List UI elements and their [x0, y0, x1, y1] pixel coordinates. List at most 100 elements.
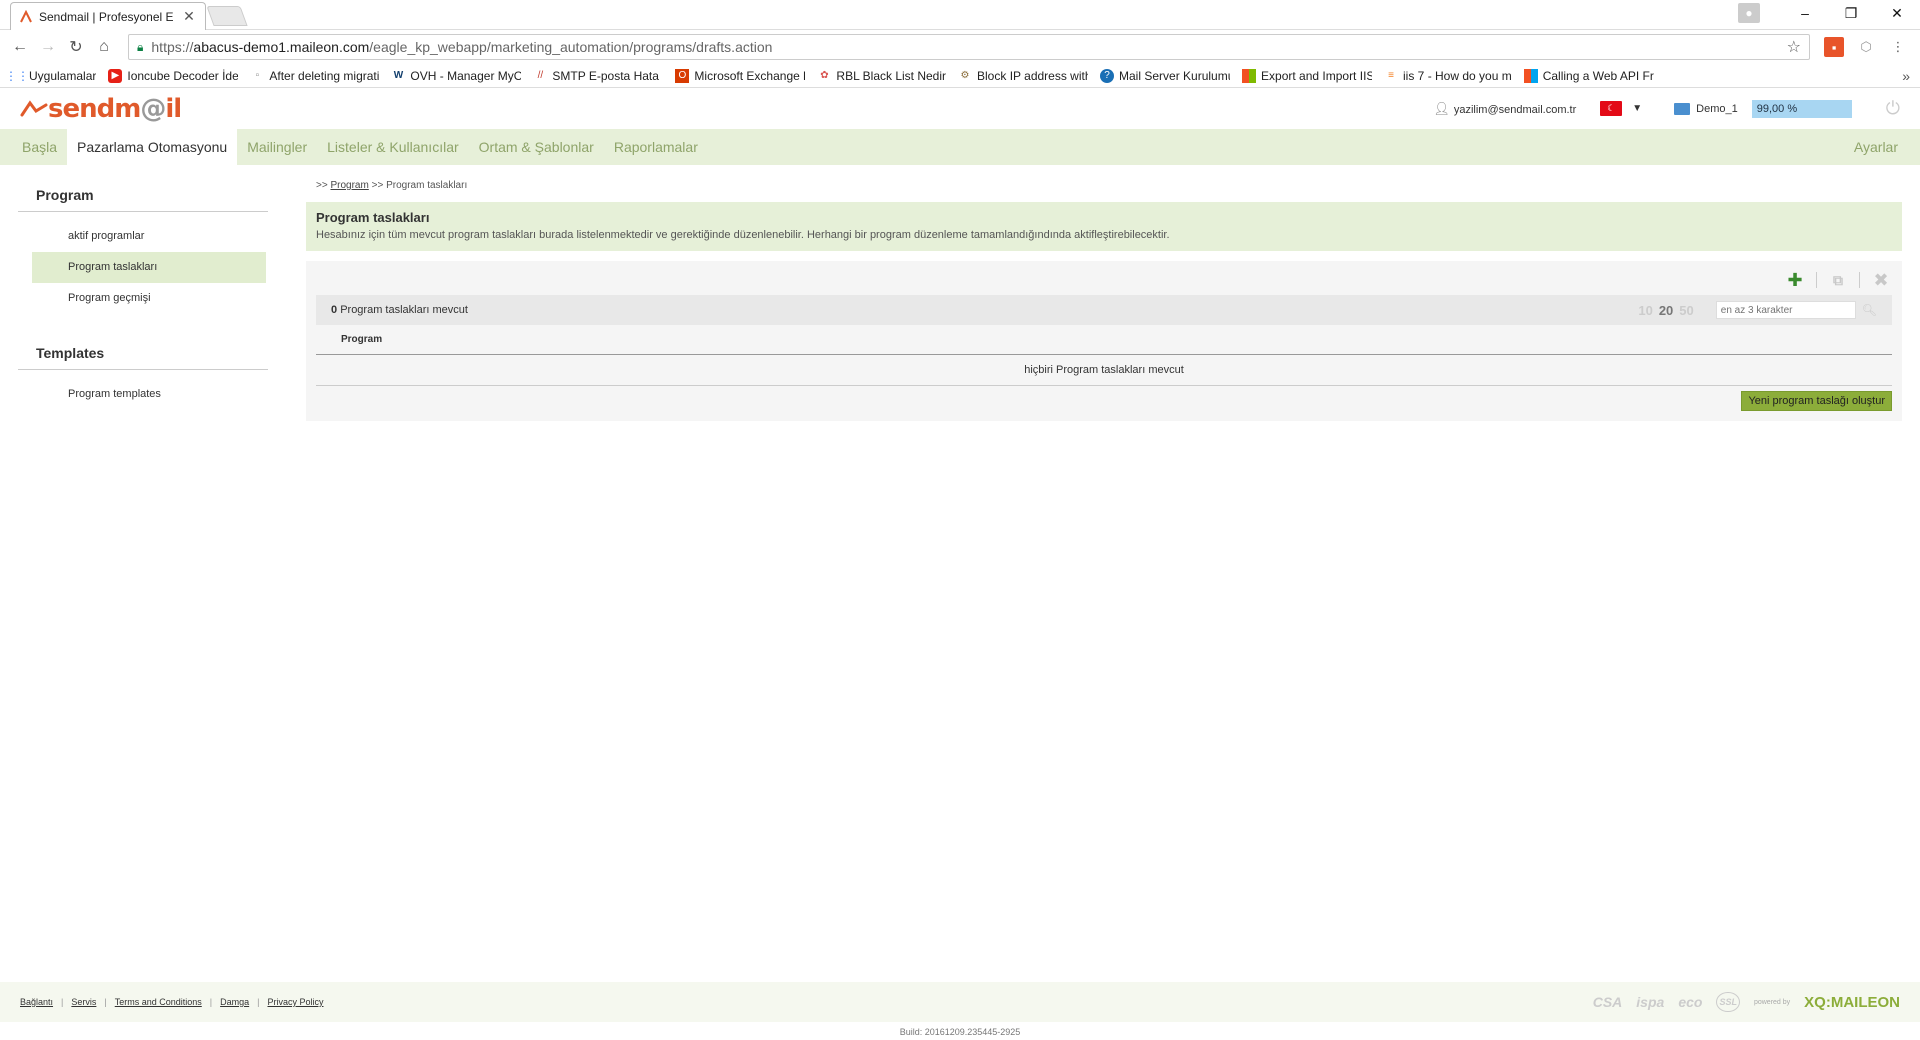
- page-title: Program taslakları: [316, 210, 430, 225]
- nav-basla[interactable]: Başla: [12, 129, 67, 165]
- bookmark-item[interactable]: Export and Import IIS: [1242, 68, 1372, 83]
- bookmark-item[interactable]: ▶ Ioncube Decoder İdeo: [108, 68, 239, 83]
- bookmark-item[interactable]: ✿ RBL Black List Nedir: [817, 69, 946, 83]
- url-prefix: https://: [151, 39, 194, 55]
- minimize-icon[interactable]: –: [1782, 0, 1828, 26]
- page-size-50[interactable]: 50: [1679, 303, 1693, 318]
- csa-logo: CSA: [1592, 994, 1623, 1010]
- logo-at: @: [140, 93, 166, 124]
- build-info: Build: 20161209.235445-2925: [899, 1027, 1021, 1037]
- bookmark-label: OVH - Manager MyOV: [410, 68, 522, 83]
- nav-raporlamalar[interactable]: Raporlamalar: [604, 129, 708, 165]
- copy-icon[interactable]: ⧉: [1827, 271, 1849, 289]
- footer-link-privacy[interactable]: Privacy Policy: [267, 997, 323, 1007]
- page-icon: ▫: [255, 70, 260, 81]
- url-text: https://abacus-demo1.maileon.com/eagle_k…: [151, 39, 1786, 55]
- extension-shield-icon[interactable]: ⬡: [1856, 37, 1876, 57]
- xq-maileon-logo: XQ:MAILEON: [1804, 993, 1900, 1011]
- bookmark-item[interactable]: O Microsoft Exchange h: [675, 68, 805, 83]
- sidebar-item-program-templates[interactable]: Program templates: [32, 379, 266, 410]
- browser-tabstrip: Sendmail | Profesyonel E ✕ ● – ❐ ✕: [0, 0, 1920, 30]
- bookmarks-bar: ⋮⋮ Uygulamalar ▶ Ioncube Decoder İdeo ▫ Aft…: [0, 64, 1920, 88]
- profile-icon[interactable]: ●: [1738, 3, 1760, 23]
- footer-separator: |: [209, 997, 213, 1007]
- more-bookmarks-icon[interactable]: »: [1902, 68, 1910, 84]
- nav-mailingler[interactable]: Mailingler: [237, 129, 317, 165]
- footer-link-servis[interactable]: Servis: [71, 997, 96, 1007]
- language-selector[interactable]: ☾ ▼: [1600, 101, 1642, 116]
- youtube-icon: ▶: [108, 68, 123, 83]
- logout-power-icon[interactable]: ⏻: [1886, 98, 1900, 119]
- powered-by-label: powered by: [1753, 998, 1791, 1006]
- page-size-20[interactable]: 20: [1659, 303, 1673, 318]
- browser-tab[interactable]: Sendmail | Profesyonel E ✕: [10, 2, 206, 30]
- bookmark-item[interactable]: W OVH - Manager MyOV: [391, 68, 522, 83]
- bookmark-apps[interactable]: ⋮⋮ Uygulamalar: [10, 69, 96, 83]
- bookmark-item[interactable]: // SMTP E-posta Hata Ko: [533, 69, 664, 83]
- sidebar-item-aktif-programlar[interactable]: aktif programlar: [32, 221, 266, 252]
- account-name: Demo_1: [1696, 102, 1738, 115]
- breadcrumb: >> Program >> Program taslakları: [316, 180, 1902, 202]
- sendmail-favicon-icon: [19, 9, 33, 24]
- sidebar-section-program: Program: [18, 180, 268, 212]
- menu-icon[interactable]: ⋮: [1888, 37, 1908, 57]
- bookmark-item[interactable]: ⚙ Block IP address with: [958, 69, 1088, 83]
- gear-icon: ⚙: [960, 70, 970, 81]
- forward-icon[interactable]: →: [34, 33, 62, 61]
- create-draft-button[interactable]: Yeni program taslağı oluştur: [1741, 391, 1892, 411]
- sidebar-item-program-taslaklari[interactable]: Program taslakları: [32, 252, 266, 283]
- reload-icon[interactable]: ↻: [62, 33, 90, 61]
- draft-count: 0 Program taslakları mevcut: [331, 304, 468, 316]
- breadcrumb-separator: >>: [371, 180, 384, 191]
- bookmark-label: Block IP address with: [977, 68, 1089, 83]
- delete-icon[interactable]: ✖: [1870, 270, 1892, 290]
- page-size-10[interactable]: 10: [1638, 303, 1652, 318]
- nav-pazarlama-otomasyonu[interactable]: Pazarlama Otomasyonu: [67, 129, 238, 165]
- tab-close-icon[interactable]: ✕: [181, 8, 197, 25]
- nav-ortam-sablonlar[interactable]: Ortam & Şablonlar: [469, 129, 604, 165]
- search-input[interactable]: [1715, 301, 1856, 319]
- close-window-icon[interactable]: ✕: [1874, 0, 1920, 26]
- footer-link-damga[interactable]: Damga: [220, 997, 249, 1007]
- sidebar-item-program-gecmisi[interactable]: Program geçmişi: [32, 283, 266, 314]
- restore-icon[interactable]: ❐: [1828, 0, 1874, 26]
- rbl-icon: ✿: [820, 70, 829, 81]
- eco-logo: eco: [1678, 994, 1703, 1010]
- toolbar: ✚ ⧉ ✖: [316, 269, 1892, 291]
- count-label: Program taslakları mevcut: [340, 304, 468, 316]
- bookmark-item[interactable]: ▫ After deleting migrati: [250, 68, 380, 83]
- nav-ayarlar[interactable]: Ayarlar: [1844, 129, 1908, 165]
- footer: Bağlantı | Servis | Terms and Conditions | …: [0, 982, 1920, 1022]
- extension-icon[interactable]: ▪: [1824, 37, 1844, 57]
- main-navigation: Başla Pazarlama Otomasyonu Mailingler Li…: [0, 129, 1920, 165]
- breadcrumb-link-program[interactable]: Program: [330, 180, 368, 191]
- empty-table-row: hiçbiri Program taslakları mevcut: [316, 355, 1892, 386]
- url-field[interactable]: 🔒︎ https://abacus-demo1.maileon.com/eagl…: [128, 34, 1810, 60]
- user-info[interactable]: 👤︎ yazilim@sendmail.com.tr: [1433, 101, 1576, 117]
- windows-icon: [1242, 68, 1257, 83]
- bookmark-label: Ioncube Decoder İdeo: [127, 68, 239, 83]
- nav-listeler[interactable]: Listeler & Kullanıcılar: [317, 129, 469, 165]
- ovh-icon: W: [393, 70, 404, 81]
- search-icon[interactable]: 🔍︎: [1862, 303, 1877, 317]
- sendmail-logo[interactable]: sendm@il: [20, 93, 182, 124]
- turkey-flag-icon: ☾: [1600, 101, 1623, 116]
- bookmark-item[interactable]: ? Mail Server Kurulumu: [1100, 68, 1230, 83]
- bookmark-item[interactable]: Calling a Web API Fro: [1523, 68, 1654, 83]
- back-icon[interactable]: ←: [6, 33, 34, 61]
- bookmark-label: Uygulamalar: [29, 68, 97, 83]
- add-icon[interactable]: ✚: [1784, 270, 1806, 290]
- account-info[interactable]: Demo_1: [1674, 102, 1738, 115]
- column-header-program[interactable]: Program: [341, 334, 382, 345]
- footer-link-terms[interactable]: Terms and Conditions: [115, 997, 202, 1007]
- tab-title: Sendmail | Profesyonel E: [39, 9, 174, 24]
- bookmark-star-icon[interactable]: ☆: [1787, 37, 1801, 57]
- bookmark-label: After deleting migrati: [269, 68, 380, 83]
- bookmark-item[interactable]: ≡ iis 7 - How do you m: [1384, 69, 1512, 83]
- header-user-area: 👤︎ yazilim@sendmail.com.tr ☾ ▼ Demo_1 99,…: [1433, 98, 1900, 119]
- footer-link-baglanti[interactable]: Bağlantı: [20, 997, 53, 1007]
- new-tab-button[interactable]: [206, 6, 248, 26]
- monitor-icon: [1674, 102, 1691, 115]
- url-host: abacus-demo1.maileon.com: [193, 39, 370, 55]
- home-icon[interactable]: ⌂: [90, 33, 118, 61]
